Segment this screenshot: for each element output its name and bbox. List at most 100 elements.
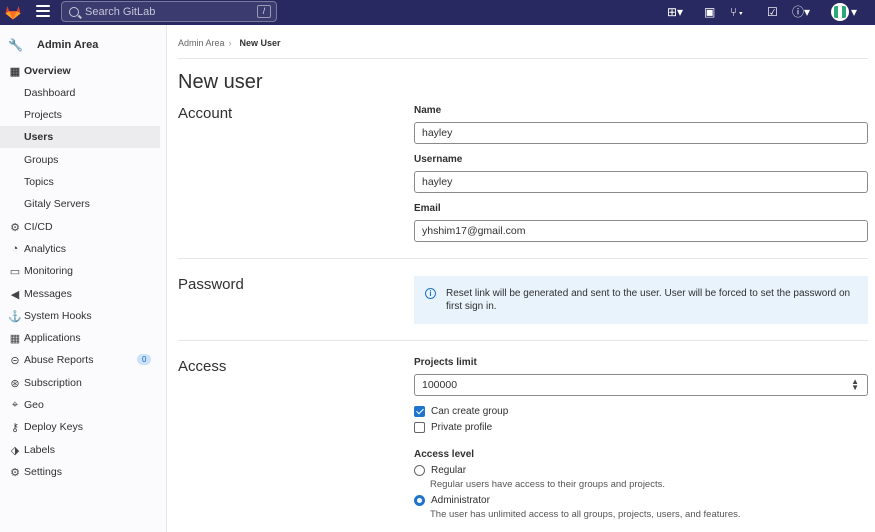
sidebar-item-deploy-keys[interactable]: ⚷ Deploy Keys xyxy=(0,416,160,438)
sidebar-header[interactable]: 🔧 Admin Area xyxy=(8,38,98,52)
sidebar-item-label: Dashboard xyxy=(24,87,76,99)
sidebar-item-geo[interactable]: ⌖ Geo xyxy=(0,394,160,416)
projects-limit-value: 100000 xyxy=(422,379,458,391)
page-title: New user xyxy=(178,71,263,93)
checkbox-unchecked-icon[interactable] xyxy=(414,422,425,433)
access-level-regular-radio[interactable]: Regular xyxy=(414,465,466,476)
sidebar-item-label: Groups xyxy=(24,154,59,166)
applications-icon: ▦ xyxy=(9,332,21,345)
settings-icon: ⚙ xyxy=(10,466,20,479)
subscription-icon: ⊛ xyxy=(10,377,20,390)
overview-icon: ▦ xyxy=(9,65,21,78)
help-icon[interactable]: ⓘ▾ xyxy=(792,5,810,19)
admin-help-text: The user has unlimited access to all gro… xyxy=(430,509,741,520)
sidebar-item-label: CI/CD xyxy=(24,221,53,233)
sidebar-item-gitaly-servers[interactable]: Gitaly Servers xyxy=(0,193,160,215)
geo-icon: ⌖ xyxy=(11,398,19,411)
username-label: Username xyxy=(414,154,463,165)
section-title-password: Password xyxy=(178,276,244,293)
sidebar-item-label: Settings xyxy=(24,466,62,478)
sidebar-item-label: Messages xyxy=(24,288,72,300)
rocket-icon: ⚙ xyxy=(10,221,20,234)
sidebar-item-label: Users xyxy=(24,131,54,143)
radio-label: Administrator xyxy=(431,495,490,506)
can-create-group-checkbox[interactable]: Can create group xyxy=(414,406,508,417)
search-placeholder: Search GitLab xyxy=(85,5,156,18)
sidebar-item-label: System Hooks xyxy=(24,310,92,322)
name-value: hayley xyxy=(422,127,453,139)
top-navbar: Search GitLab / ⊞▾ ▣ ⑂▾ ☑ ⓘ▾ ▾ xyxy=(0,0,875,25)
sidebar-item-label: Deploy Keys xyxy=(24,421,83,433)
search-shortcut-hint: / xyxy=(257,5,271,18)
sidebar-item-label: Abuse Reports xyxy=(24,354,94,366)
sidebar-item-subscription[interactable]: ⊛ Subscription xyxy=(0,372,160,394)
access-level-admin-radio[interactable]: Administrator xyxy=(414,495,490,506)
checkbox-label: Can create group xyxy=(431,406,509,417)
username-field[interactable]: hayley xyxy=(414,171,868,193)
key-icon: ⚷ xyxy=(10,421,20,434)
sidebar-item-label: Analytics xyxy=(24,243,67,255)
sidebar-item-settings[interactable]: ⚙ Settings xyxy=(0,461,160,483)
search-input[interactable]: Search GitLab / xyxy=(61,1,277,22)
merge-requests-icon[interactable]: ⑂▾ xyxy=(730,5,744,19)
username-value: hayley xyxy=(422,176,453,188)
name-label: Name xyxy=(414,105,442,116)
sidebar-item-dashboard[interactable]: Dashboard xyxy=(0,82,160,104)
todo-icon[interactable]: ☑ xyxy=(767,5,778,19)
hamburger-menu-icon[interactable] xyxy=(36,5,50,19)
sidebar-item-groups[interactable]: Groups xyxy=(0,149,160,171)
email-label: Email xyxy=(414,203,441,214)
name-field[interactable]: hayley xyxy=(414,122,868,144)
sidebar-item-system-hooks[interactable]: ⚓ System Hooks xyxy=(0,305,160,327)
section-divider xyxy=(178,340,868,341)
breadcrumb: Admin Area › New User xyxy=(178,38,281,48)
email-field[interactable]: yhshim17@gmail.com xyxy=(414,220,868,242)
sidebar-item-labels[interactable]: ⬗ Labels xyxy=(0,439,160,461)
sidebar-item-label: Projects xyxy=(24,109,62,121)
sidebar-item-topics[interactable]: Topics xyxy=(0,171,160,193)
breadcrumb-parent[interactable]: Admin Area xyxy=(178,38,225,48)
sidebar-item-overview[interactable]: ▦ Overview xyxy=(0,60,160,82)
sidebar-item-users[interactable]: Users xyxy=(0,126,160,148)
breadcrumb-current: New User xyxy=(239,38,281,48)
chevron-down-icon[interactable]: ▾ xyxy=(851,5,857,19)
hook-icon: ⚓ xyxy=(8,310,22,323)
sidebar-item-analytics[interactable]: ◔ Analytics xyxy=(0,238,160,260)
sidebar-item-label: Topics xyxy=(24,176,54,188)
checkbox-checked-icon[interactable] xyxy=(414,406,425,417)
sidebar-item-messages[interactable]: ◀ Messages xyxy=(0,283,160,305)
private-profile-checkbox[interactable]: Private profile xyxy=(414,422,492,433)
sidebar-item-label: Labels xyxy=(24,444,55,456)
sidebar-item-label: Subscription xyxy=(24,377,82,389)
radio-selected-icon[interactable] xyxy=(414,495,425,506)
sidebar-item-projects[interactable]: Projects xyxy=(0,104,160,126)
projects-limit-field[interactable]: 100000 ▲ ▼ xyxy=(414,374,868,396)
sidebar-item-label: Gitaly Servers xyxy=(24,198,90,210)
sidebar-item-monitoring[interactable]: ▭ Monitoring xyxy=(0,260,160,282)
count-badge: 0 xyxy=(137,354,152,365)
sidebar-item-applications[interactable]: ▦ Applications xyxy=(0,327,160,349)
plus-icon[interactable]: ⊞▾ xyxy=(667,5,683,19)
analytics-icon: ◔ xyxy=(11,243,19,255)
sidebar-item-label: Overview xyxy=(24,65,71,77)
sidebar-item-label: Applications xyxy=(24,332,81,344)
sidebar: 🔧 Admin Area ▦ Overview Dashboard Projec… xyxy=(0,25,167,532)
sidebar-title: Admin Area xyxy=(37,39,99,51)
radio-unselected-icon[interactable] xyxy=(414,465,425,476)
chevron-right-icon: › xyxy=(228,38,232,48)
avatar-icon[interactable] xyxy=(831,3,849,21)
monitor-icon: ▭ xyxy=(9,265,21,278)
sidebar-item-abuse-reports[interactable]: ⊝ Abuse Reports 0 xyxy=(0,349,160,371)
sidebar-item-cicd[interactable]: ⚙ CI/CD xyxy=(0,216,160,238)
stepper-icon[interactable]: ▲ ▼ xyxy=(851,378,859,392)
wrench-icon: 🔧 xyxy=(8,38,23,52)
section-divider xyxy=(178,258,868,259)
gitlab-logo-icon[interactable] xyxy=(4,3,22,21)
issues-icon[interactable]: ▣ xyxy=(704,5,715,19)
info-icon: i xyxy=(425,288,436,299)
section-title-access: Access xyxy=(178,358,227,375)
regular-help-text: Regular users have access to their group… xyxy=(430,479,665,490)
alert-message: Reset link will be generated and sent to… xyxy=(446,288,851,312)
email-value: yhshim17@gmail.com xyxy=(422,225,526,237)
radio-label: Regular xyxy=(431,465,467,476)
